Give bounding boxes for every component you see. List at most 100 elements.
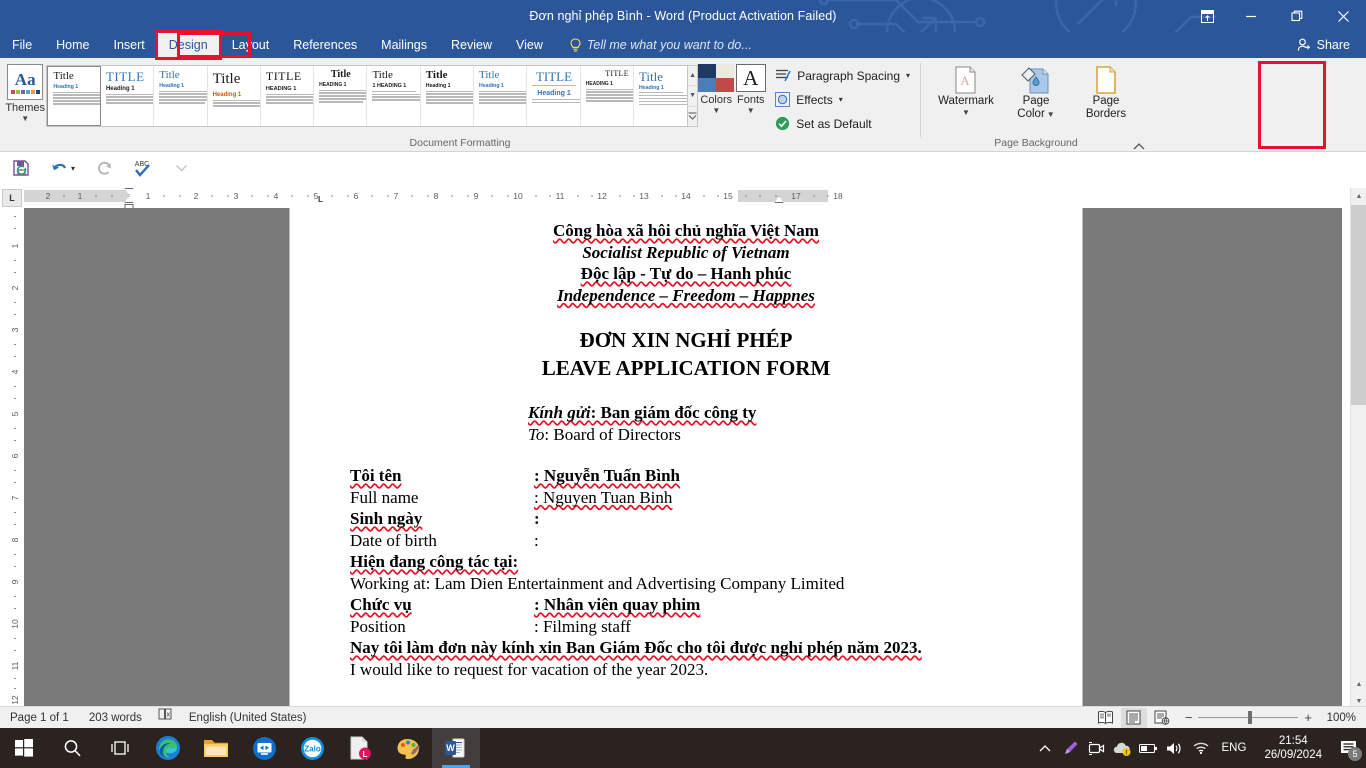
vertical-ruler[interactable]: 1 2 3 4 5 6 7 8 9 10 11 12: [6, 208, 23, 710]
tab-insert[interactable]: Insert: [102, 32, 157, 58]
style-gallery-item[interactable]: TITLE Heading 1: [527, 66, 581, 126]
document-canvas[interactable]: Công hòa xã hôi chủ nghĩa Việt Nam Socia…: [24, 208, 1342, 710]
tab-home[interactable]: Home: [44, 32, 101, 58]
style-gallery-item[interactable]: TITLE HEADING 1: [260, 66, 315, 126]
zoom-thumb[interactable]: [1248, 711, 1253, 724]
chevron-down-icon[interactable]: ▼: [962, 109, 970, 117]
gallery-scroll-down-icon[interactable]: ▼: [687, 86, 698, 107]
page-color-button[interactable]: Page Color ▼: [1003, 61, 1069, 121]
chevron-down-icon[interactable]: ▼: [747, 107, 755, 115]
tab-file[interactable]: File: [0, 32, 44, 58]
doc-header-line-3: Độc lập - Tự do – Hanh phúc: [580, 264, 792, 283]
search-icon[interactable]: [48, 728, 96, 768]
zoom-in-button[interactable]: +: [1304, 710, 1312, 725]
print-layout-icon[interactable]: [1120, 707, 1147, 728]
style-gallery-item[interactable]: TITLE Heading 1: [100, 66, 155, 126]
status-language[interactable]: English (United States): [179, 707, 317, 729]
tab-stop-selector[interactable]: L: [2, 189, 22, 207]
style-gallery-item[interactable]: Title Heading 1: [474, 66, 528, 126]
task-view-icon[interactable]: [96, 728, 144, 768]
style-gallery-item[interactable]: TITLE HEADING 1: [580, 66, 634, 126]
restore-icon[interactable]: [1274, 0, 1320, 32]
tab-view[interactable]: View: [504, 32, 555, 58]
app-l-icon[interactable]: L: [336, 728, 384, 768]
wifi-icon[interactable]: [1188, 728, 1214, 768]
document-page[interactable]: Công hòa xã hôi chủ nghĩa Việt Nam Socia…: [290, 208, 1082, 710]
style-set-gallery[interactable]: Title Heading 1 TITLE Heading 1 Title He…: [46, 65, 699, 127]
previous-page-icon[interactable]: ▲: [1351, 675, 1366, 693]
tab-stop-marker[interactable]: L: [318, 196, 323, 204]
chevron-down-icon[interactable]: ▼: [1047, 111, 1055, 119]
style-gallery-item[interactable]: Title Heading 1: [47, 66, 101, 126]
tab-design[interactable]: Design: [154, 30, 222, 60]
tab-mailings[interactable]: Mailings: [369, 32, 439, 58]
style-gallery-item[interactable]: Title Heading 1: [633, 66, 687, 126]
zoom-track[interactable]: [1198, 711, 1299, 724]
ribbon-display-options-icon[interactable]: [1186, 0, 1228, 32]
undo-button[interactable]: ▾: [46, 157, 80, 179]
proofing-errors-icon[interactable]: x: [152, 707, 179, 729]
gallery-scroll-up-icon[interactable]: ▲: [687, 66, 698, 87]
style-gallery-item[interactable]: Title HEADING 1: [314, 66, 368, 126]
theme-fonts-button[interactable]: A Fonts ▼: [734, 61, 767, 115]
tab-layout[interactable]: Layout: [220, 32, 282, 58]
share-button[interactable]: Share: [1287, 34, 1360, 56]
style-gallery-item[interactable]: Title Heading 1: [154, 66, 208, 126]
scrollbar-thumb[interactable]: [1351, 205, 1366, 405]
word-icon[interactable]: W: [432, 728, 480, 768]
chevron-down-icon[interactable]: ▾: [839, 95, 843, 104]
set-as-default-button[interactable]: Set as Default: [773, 113, 916, 134]
chevron-down-icon[interactable]: ▾: [906, 71, 910, 80]
style-gallery-item[interactable]: Title Heading 1: [207, 66, 261, 126]
scroll-up-icon[interactable]: ▲: [1351, 188, 1366, 205]
windows-start-icon[interactable]: [0, 728, 48, 768]
notification-icon[interactable]: 5: [1332, 728, 1366, 768]
pen-icon[interactable]: [1058, 728, 1084, 768]
effects-button[interactable]: Effects ▾: [773, 89, 916, 110]
paint-icon[interactable]: [384, 728, 432, 768]
battery-icon[interactable]: [1136, 728, 1162, 768]
minimize-icon[interactable]: [1228, 0, 1274, 32]
watermark-button[interactable]: A Watermark ▼: [933, 61, 999, 117]
show-hidden-icons-icon[interactable]: [1032, 728, 1058, 768]
customize-qat-icon[interactable]: [170, 157, 192, 179]
spelling-abc-check-icon[interactable]: ABC: [130, 157, 156, 179]
volume-icon[interactable]: [1162, 728, 1188, 768]
status-page-number[interactable]: Page 1 of 1: [0, 707, 79, 729]
onedrive-warning-icon[interactable]: !: [1110, 728, 1136, 768]
status-word-count[interactable]: 203 words: [79, 707, 152, 729]
set-default-check-icon: [775, 116, 790, 131]
close-icon[interactable]: [1320, 0, 1366, 32]
save-icon[interactable]: [10, 157, 32, 179]
camera-icon[interactable]: [1084, 728, 1110, 768]
gallery-scrollbar[interactable]: ▲ ▼: [686, 66, 698, 126]
clock[interactable]: 21:54 26/09/2024: [1254, 734, 1332, 762]
tab-review[interactable]: Review: [439, 32, 504, 58]
edge-icon[interactable]: [144, 728, 192, 768]
input-language[interactable]: ENG: [1214, 742, 1255, 754]
web-layout-icon[interactable]: [1149, 708, 1175, 728]
tell-me-box[interactable]: Tell me what you want to do...: [555, 37, 752, 53]
themes-button[interactable]: Aa Themes ▼: [4, 61, 46, 123]
horizontal-ruler[interactable]: 21 12 34 56 78 9 10 11 12 13 14 15 17 18 L: [24, 188, 1342, 209]
file-explorer-icon[interactable]: [192, 728, 240, 768]
zalo-icon[interactable]: Zalo: [288, 728, 336, 768]
style-gallery-item[interactable]: Title 1 HEADING 1: [367, 66, 421, 126]
collapse-ribbon-icon[interactable]: [1133, 142, 1145, 151]
tab-references[interactable]: References: [281, 32, 369, 58]
theme-colors-button[interactable]: Colors ▼: [698, 61, 735, 115]
teamviewer-icon[interactable]: [240, 728, 288, 768]
chevron-down-icon[interactable]: ▼: [712, 107, 720, 115]
redo-icon[interactable]: [94, 157, 116, 179]
document-vertical-scrollbar[interactable]: ▲ ▲ ▼: [1350, 188, 1366, 710]
read-mode-icon[interactable]: [1093, 708, 1119, 728]
style-gallery-item[interactable]: Title Heading 1: [420, 66, 475, 126]
page-borders-button[interactable]: Page Borders: [1073, 61, 1139, 121]
gallery-more-icon[interactable]: [688, 107, 697, 126]
chevron-down-icon[interactable]: ▼: [21, 115, 29, 123]
zoom-level[interactable]: 100%: [1322, 712, 1362, 724]
style-heading: Heading 1: [105, 86, 135, 92]
paragraph-spacing-button[interactable]: Paragraph Spacing ▾: [773, 65, 916, 86]
zoom-slider[interactable]: − +: [1177, 710, 1320, 725]
zoom-out-button[interactable]: −: [1185, 710, 1193, 725]
